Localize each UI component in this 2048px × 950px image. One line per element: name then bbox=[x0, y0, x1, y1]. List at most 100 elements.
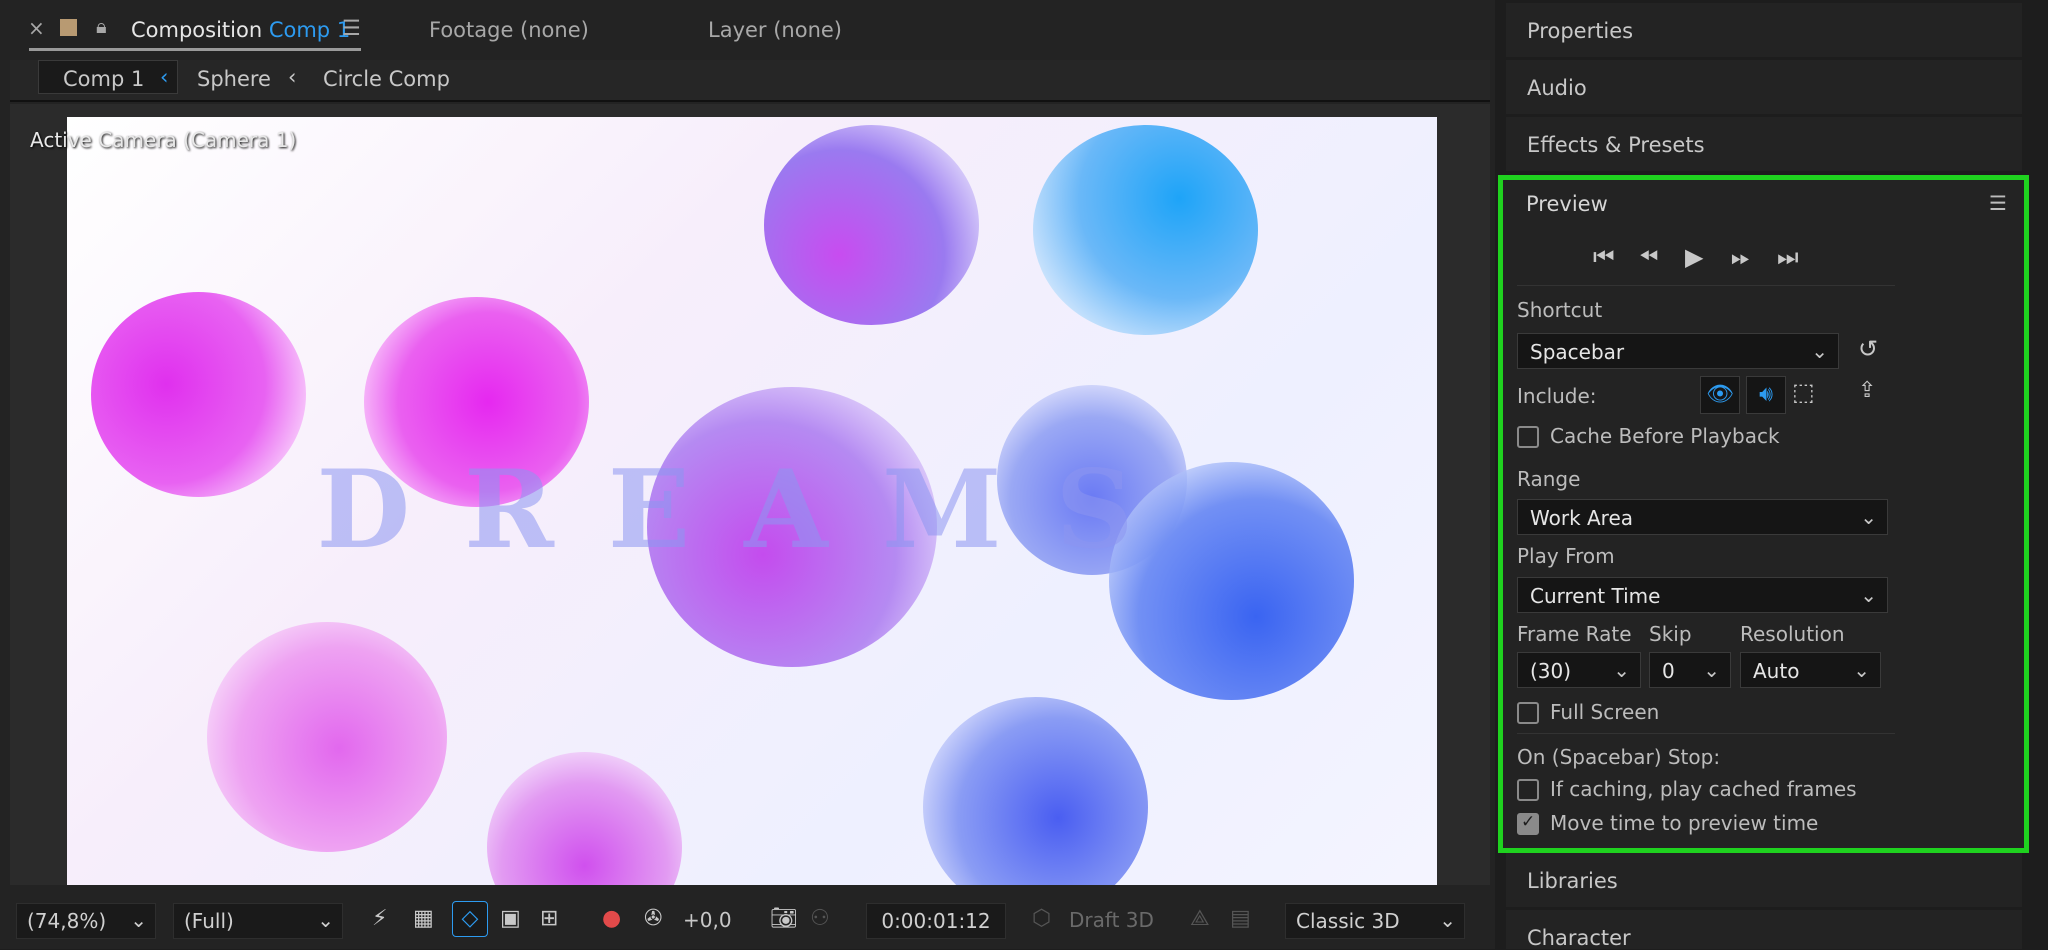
chevron-left-icon: ‹ bbox=[160, 65, 169, 89]
play-from-dropdown[interactable]: Current Time ⌄ bbox=[1517, 577, 1888, 613]
panel-properties[interactable]: Properties bbox=[1506, 3, 2022, 57]
sphere bbox=[207, 622, 447, 852]
next-frame-icon[interactable]: ⏩︎ bbox=[1731, 243, 1750, 271]
chevron-down-icon: ⌄ bbox=[1860, 505, 1877, 529]
move-time-label: Move time to preview time bbox=[1550, 811, 1819, 835]
comp-canvas[interactable]: DREAMS bbox=[67, 117, 1437, 885]
panel-menu-icon[interactable]: ☰ bbox=[342, 16, 361, 40]
on-stop-label: On (Spacebar) Stop: bbox=[1517, 745, 1721, 769]
if-caching-label: If caching, play cached frames bbox=[1550, 777, 1857, 801]
chevron-down-icon: ⌄ bbox=[317, 908, 334, 932]
tab-composition[interactable]: Composition Comp 1 bbox=[131, 18, 350, 42]
shortcut-value: Spacebar bbox=[1530, 340, 1625, 364]
frame-rate-dropdown[interactable]: (30) ⌄ bbox=[1517, 652, 1641, 688]
fast-previews-icon[interactable]: ⚡︎ bbox=[372, 906, 387, 931]
range-dropdown[interactable]: Work Area ⌄ bbox=[1517, 499, 1888, 535]
chevron-down-icon: ⌄ bbox=[1860, 583, 1877, 607]
previous-frame-icon[interactable]: ⏪︎ bbox=[1639, 243, 1658, 271]
sphere bbox=[923, 697, 1148, 885]
panel-menu-icon[interactable]: ☰ bbox=[1989, 191, 2007, 215]
reset-icon[interactable]: ↺ bbox=[1858, 335, 1878, 363]
dreams-title-text: DREAMS bbox=[316, 447, 1188, 573]
skip-value: 0 bbox=[1662, 659, 1675, 683]
comp-color-swatch-icon bbox=[60, 19, 77, 36]
chevron-down-icon: ⌄ bbox=[1853, 658, 1870, 682]
tab-composition-label: Composition bbox=[131, 18, 263, 42]
tab-composition-name: Comp 1 bbox=[268, 18, 351, 42]
full-screen-checkbox[interactable] bbox=[1517, 702, 1539, 724]
frame-rate-value: (30) bbox=[1530, 659, 1572, 683]
resolution-dropdown[interactable]: Auto ⌄ bbox=[1740, 652, 1881, 688]
divider bbox=[1517, 733, 1895, 734]
resolution-label: Resolution bbox=[1740, 622, 1845, 646]
include-audio-speaker-icon[interactable]: 🔊︎ bbox=[1746, 376, 1786, 414]
first-frame-icon[interactable]: ⏮︎ bbox=[1593, 243, 1615, 271]
lock-icon[interactable]: 🔒︎ bbox=[96, 14, 107, 38]
shortcut-dropdown[interactable]: Spacebar ⌄ bbox=[1517, 333, 1839, 369]
timecode-value: 0:00:01:12 bbox=[881, 909, 991, 933]
extended-viewer-icon[interactable]: ▤ bbox=[1230, 906, 1251, 931]
tab-layer[interactable]: Layer (none) bbox=[708, 18, 842, 42]
move-time-checkbox[interactable] bbox=[1517, 812, 1539, 835]
3d-ground-plane-icon[interactable]: ⟁ bbox=[1190, 906, 1210, 931]
sphere bbox=[764, 125, 979, 325]
show-snapshot-icon[interactable]: ⚇ bbox=[810, 906, 830, 931]
tab-footage[interactable]: Footage (none) bbox=[429, 18, 589, 42]
chevron-left-icon: ‹ bbox=[288, 65, 297, 89]
renderer-value: Classic 3D bbox=[1296, 909, 1400, 933]
divider bbox=[1517, 285, 1895, 286]
chevron-down-icon: ⌄ bbox=[1811, 339, 1828, 363]
range-value: Work Area bbox=[1530, 506, 1634, 530]
snapshot-camera-icon[interactable]: 📷︎ bbox=[770, 906, 798, 931]
viewer-toolbar: (74,8%) ⌄ (Full) ⌄ ⚡︎ ▦ ◇ ▣ ⊞ ● ✇ +0,0 📷… bbox=[10, 898, 1495, 949]
zoom-value: (74,8%) bbox=[27, 909, 107, 933]
timecode-field[interactable]: 0:00:01:12 bbox=[866, 903, 1006, 939]
panel-effects-presets[interactable]: Effects & Presets bbox=[1506, 117, 2022, 171]
active-tab-underline bbox=[29, 48, 361, 51]
play-icon[interactable]: ▶ bbox=[1685, 243, 1703, 271]
grid-guides-icon[interactable]: ⊞ bbox=[540, 906, 558, 931]
exposure-value[interactable]: +0,0 bbox=[683, 908, 732, 932]
range-label: Range bbox=[1517, 467, 1581, 491]
frame-rate-label: Frame Rate bbox=[1517, 622, 1632, 646]
panel-audio[interactable]: Audio bbox=[1506, 60, 2022, 114]
resolution-dropdown[interactable]: (Full) ⌄ bbox=[173, 903, 343, 939]
include-video-eye-icon[interactable]: 👁︎ bbox=[1700, 376, 1740, 414]
shortcut-label: Shortcut bbox=[1517, 298, 1603, 322]
if-caching-checkbox[interactable] bbox=[1517, 779, 1539, 801]
color-management-icon[interactable]: ✇ bbox=[644, 906, 662, 931]
chevron-down-icon: ⌄ bbox=[1439, 908, 1456, 932]
sphere bbox=[1033, 125, 1258, 335]
draft-3d-label[interactable]: Draft 3D bbox=[1069, 908, 1154, 932]
chevron-down-icon: ⌄ bbox=[1613, 658, 1630, 682]
last-frame-icon[interactable]: ⏭︎ bbox=[1777, 243, 1799, 271]
skip-label: Skip bbox=[1649, 622, 1692, 646]
transparency-grid-icon[interactable]: ▦ bbox=[413, 906, 434, 931]
resolution-value: (Full) bbox=[184, 909, 234, 933]
active-camera-label: Active Camera (Camera 1) bbox=[30, 128, 297, 152]
color-channels-icon[interactable]: ● bbox=[602, 906, 621, 931]
include-label: Include: bbox=[1517, 384, 1597, 408]
region-of-interest-icon[interactable]: ▣ bbox=[500, 906, 521, 931]
cache-before-playback-checkbox[interactable] bbox=[1517, 426, 1539, 448]
mask-visibility-icon[interactable]: ◇ bbox=[452, 901, 488, 937]
sphere bbox=[487, 752, 682, 885]
chevron-down-icon: ⌄ bbox=[130, 908, 147, 932]
zoom-dropdown[interactable]: (74,8%) ⌄ bbox=[16, 903, 156, 939]
close-tab-icon[interactable]: × bbox=[28, 16, 45, 40]
chevron-down-icon: ⌄ bbox=[1703, 658, 1720, 682]
renderer-dropdown[interactable]: Classic 3D ⌄ bbox=[1285, 903, 1465, 939]
full-screen-label: Full Screen bbox=[1550, 700, 1660, 724]
skip-dropdown[interactable]: 0 ⌄ bbox=[1649, 652, 1731, 688]
breadcrumb-circle-comp[interactable]: Circle Comp bbox=[323, 67, 450, 91]
resolution-value: Auto bbox=[1753, 659, 1800, 683]
draft-3d-icon[interactable]: ⬡ bbox=[1032, 906, 1051, 931]
panel-character[interactable]: Character bbox=[1506, 910, 2022, 950]
include-overlays-icon[interactable]: ⬚ bbox=[1792, 378, 1815, 406]
play-from-label: Play From bbox=[1517, 544, 1615, 568]
breadcrumb-sphere[interactable]: Sphere bbox=[197, 67, 271, 91]
export-icon[interactable]: ⇪ bbox=[1858, 378, 1876, 403]
preview-title: Preview bbox=[1526, 192, 1608, 216]
breadcrumb-comp1[interactable]: Comp 1 bbox=[63, 67, 144, 91]
panel-libraries[interactable]: Libraries bbox=[1506, 853, 2022, 907]
